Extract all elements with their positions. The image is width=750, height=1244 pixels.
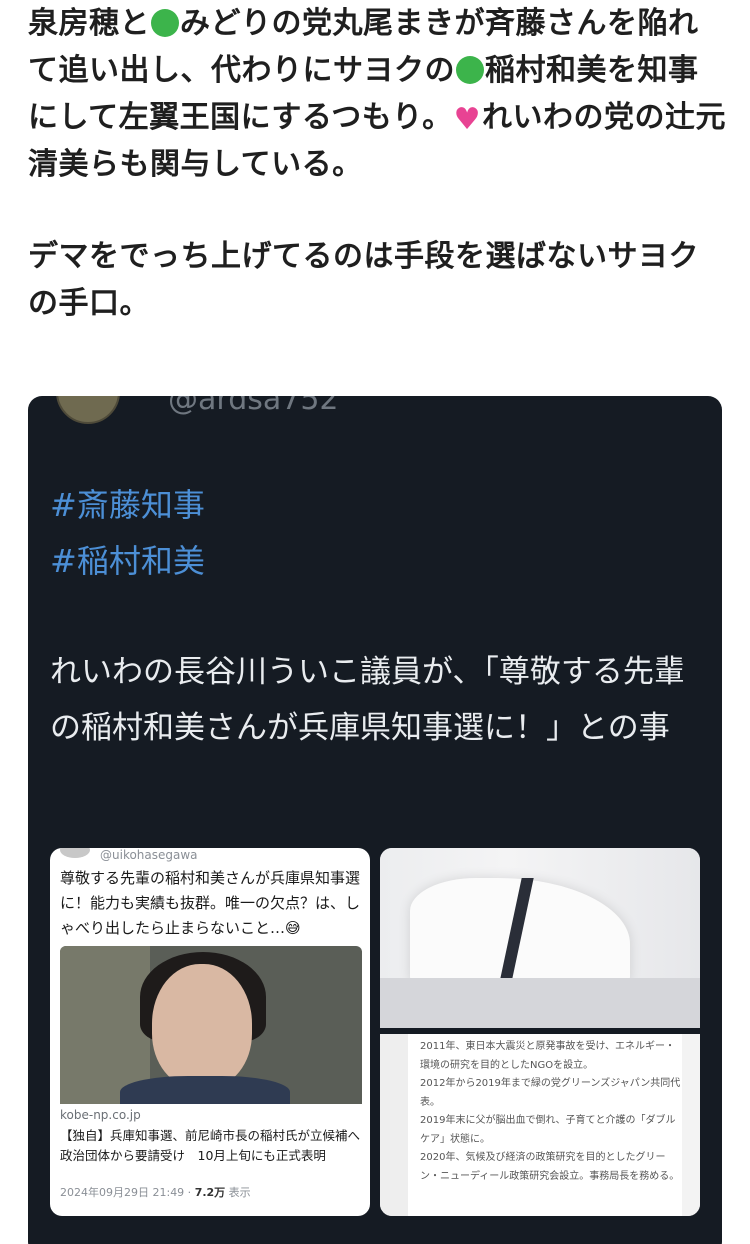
avatar[interactable] [56, 396, 120, 424]
pink-heart-icon: ♥ [453, 102, 482, 137]
post-segment: 泉房穂と [28, 6, 150, 41]
avatar [60, 848, 90, 858]
green-circle-icon [151, 9, 179, 37]
tweet-card-meta: 2024年09月29日 21:49 · 7.2万 表示 [60, 1184, 251, 1200]
embed-header: @ardsa752 [28, 396, 722, 436]
post-paragraph-1: 泉房穂と みどりの党丸尾まきが斉藤さんを陥れて追い出し、代わりにサヨクの 稲村和美を… [28, 0, 728, 188]
tweet-card-handle: @uikohasegawa [100, 848, 198, 862]
embed-body-text: れいわの長谷川ういこ議員が、「尊敬する先輩の稲村和美さんが兵庫県知事選に！」との… [50, 654, 685, 746]
view-label: 表示 [225, 1186, 251, 1199]
quoted-post-image[interactable]: @ardsa752 #斎藤知事 #稲村和美 れいわの長谷川ういこ議員が、「尊敬す… [28, 396, 722, 1244]
link-source: kobe-np.co.jp [60, 1108, 141, 1122]
embed-image-grid: @uikohasegawa 尊敬する先輩の稲村和美さんが兵庫県知事選に！能力も実… [50, 848, 700, 1218]
bio-line: 2019年末に父が脳出血で倒れ、子育てと介護の「ダブルケア」状態に。 [420, 1115, 676, 1145]
news-photo [60, 946, 362, 1104]
view-count: 7.2万 [194, 1186, 226, 1199]
link-headline[interactable]: 【独自】兵庫知事選、前尼崎市長の稲村氏が立候補へ 政治団体から要請受け 10月上… [60, 1126, 370, 1166]
bio-line: 2020年、気候及び経済の政策研究を目的としたグリーン・ニューディール政策研究会… [420, 1152, 680, 1182]
portrait-photo[interactable] [380, 848, 700, 1028]
hashtag-saito[interactable]: #斎藤知事 [50, 480, 205, 526]
bio-line: 2011年、東日本大震災と原発事故を受け、エネルギー・環境の研究を目的としたNG… [420, 1041, 675, 1071]
hashtag-inamura[interactable]: #稲村和美 [50, 536, 205, 582]
quoted-tweet-card[interactable]: @uikohasegawa 尊敬する先輩の稲村和美さんが兵庫県知事選に！能力も実… [50, 848, 370, 1216]
bio-line: 2012年から2019年まで緑の党グリーンズジャパン共同代表。 [420, 1078, 681, 1108]
bio-excerpt[interactable]: 2011年、東日本大震災と原発事故を受け、エネルギー・環境の研究を目的としたNG… [380, 1034, 700, 1216]
green-circle-icon [456, 56, 484, 84]
tweet-timestamp: 2024年09月29日 21:49 · [60, 1186, 195, 1199]
bio-text: 2011年、東日本大震災と原発事故を受け、エネルギー・環境の研究を目的としたNG… [420, 1038, 682, 1186]
embed-handle[interactable]: @ardsa752 [168, 396, 339, 417]
post-paragraph-2: デマをでっち上げてるのは手段を選ばないサヨクの手口。 [28, 239, 699, 321]
tweet-card-text: 尊敬する先輩の稲村和美さんが兵庫県知事選に！能力も実績も抜群。唯一の欠点？は、し… [60, 869, 361, 937]
post-text: 泉房穂と みどりの党丸尾まきが斉藤さんを陥れて追い出し、代わりにサヨクの 稲村和美を… [28, 0, 728, 327]
